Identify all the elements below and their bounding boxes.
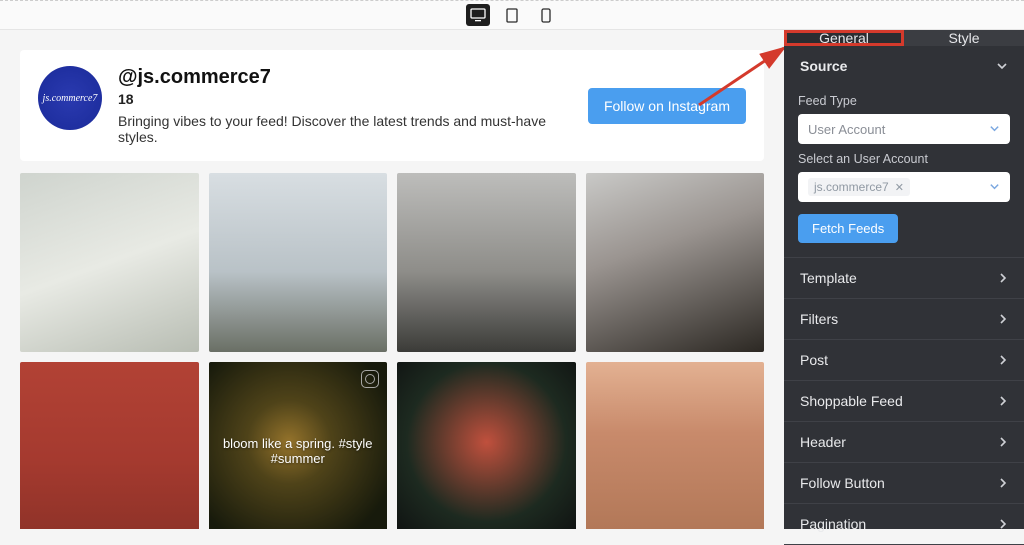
feed-tile[interactable]: bloom like a spring. #style #summer [209,362,388,530]
chevron-right-icon [998,313,1008,325]
posts-count: 18 [118,91,572,107]
avatar-text: js.commerce7 [43,93,98,104]
section-body-source: Feed Type User Account Select an User Ac… [784,94,1024,257]
feed-grid: bloom like a spring. #style #summer [20,173,764,529]
section-header-post[interactable]: Post [784,340,1024,380]
chevron-right-icon [998,272,1008,284]
section-title: Shoppable Feed [800,393,903,409]
chevron-down-icon [989,122,1000,137]
section-shoppable: Shoppable Feed [784,381,1024,422]
select-account-select[interactable]: js.commerce7 ✕ [798,172,1010,202]
section-header-pagination[interactable]: Pagination [784,504,1024,544]
feed-type-label: Feed Type [798,94,1010,108]
chevron-right-icon [998,477,1008,489]
section-title: Follow Button [800,475,885,491]
section-pagination: Pagination [784,504,1024,545]
feed-tile[interactable] [209,173,388,352]
section-header-shoppable[interactable]: Shoppable Feed [784,381,1024,421]
profile-handle: @js.commerce7 [118,66,572,89]
preview-canvas: js.commerce7 @js.commerce7 18 Bringing v… [0,30,784,529]
chevron-down-icon [989,180,1000,195]
section-title: Filters [800,311,838,327]
section-header-source[interactable]: Source [784,46,1024,86]
tab-general[interactable]: General [784,30,904,46]
fetch-feeds-button[interactable]: Fetch Feeds [798,214,898,243]
section-post: Post [784,340,1024,381]
feed-caption: bloom like a spring. #style #summer [209,362,388,530]
section-header-follow[interactable]: Follow Button [784,463,1024,503]
device-mobile-button[interactable] [534,4,558,26]
account-value: js.commerce7 [814,180,889,194]
section-source: Source Feed Type User Account Select an … [784,46,1024,258]
feed-tile[interactable] [397,362,576,530]
select-account-label: Select an User Account [798,152,1010,166]
section-filters: Filters [784,299,1024,340]
feed-type-select[interactable]: User Account [798,114,1010,144]
section-title: Source [800,58,847,74]
section-header-filters[interactable]: Filters [784,299,1024,339]
section-header-template[interactable]: Template [784,258,1024,298]
feed-tile[interactable] [586,173,765,352]
tab-style[interactable]: Style [904,30,1024,46]
device-toolbar [0,0,1024,30]
chevron-right-icon [998,354,1008,366]
section-title: Pagination [800,516,866,532]
profile-bio: Bringing vibes to your feed! Discover th… [118,113,572,145]
account-chip: js.commerce7 ✕ [808,178,910,196]
follow-button[interactable]: Follow on Instagram [588,88,746,124]
section-template: Template [784,258,1024,299]
sidebar-tabs: General Style [784,30,1024,46]
settings-sidebar: General Style Source Feed Type User Acco… [784,30,1024,529]
feed-tile[interactable] [586,362,765,530]
profile-avatar: js.commerce7 [38,66,102,130]
section-header-header[interactable]: Header [784,422,1024,462]
section-header-section: Header [784,422,1024,463]
profile-header: js.commerce7 @js.commerce7 18 Bringing v… [20,50,764,161]
chevron-right-icon [998,436,1008,448]
remove-account-icon[interactable]: ✕ [895,181,904,194]
section-title: Template [800,270,857,286]
section-title: Post [800,352,828,368]
feed-tile[interactable] [397,173,576,352]
device-tablet-button[interactable] [500,4,524,26]
device-desktop-button[interactable] [466,4,490,26]
feed-tile[interactable] [20,362,199,530]
chevron-right-icon [998,395,1008,407]
section-title: Header [800,434,846,450]
profile-info: @js.commerce7 18 Bringing vibes to your … [118,66,572,145]
section-follow-button: Follow Button [784,463,1024,504]
chevron-down-icon [996,60,1008,72]
chevron-right-icon [998,518,1008,530]
feed-type-value: User Account [808,122,885,137]
feed-tile[interactable] [20,173,199,352]
